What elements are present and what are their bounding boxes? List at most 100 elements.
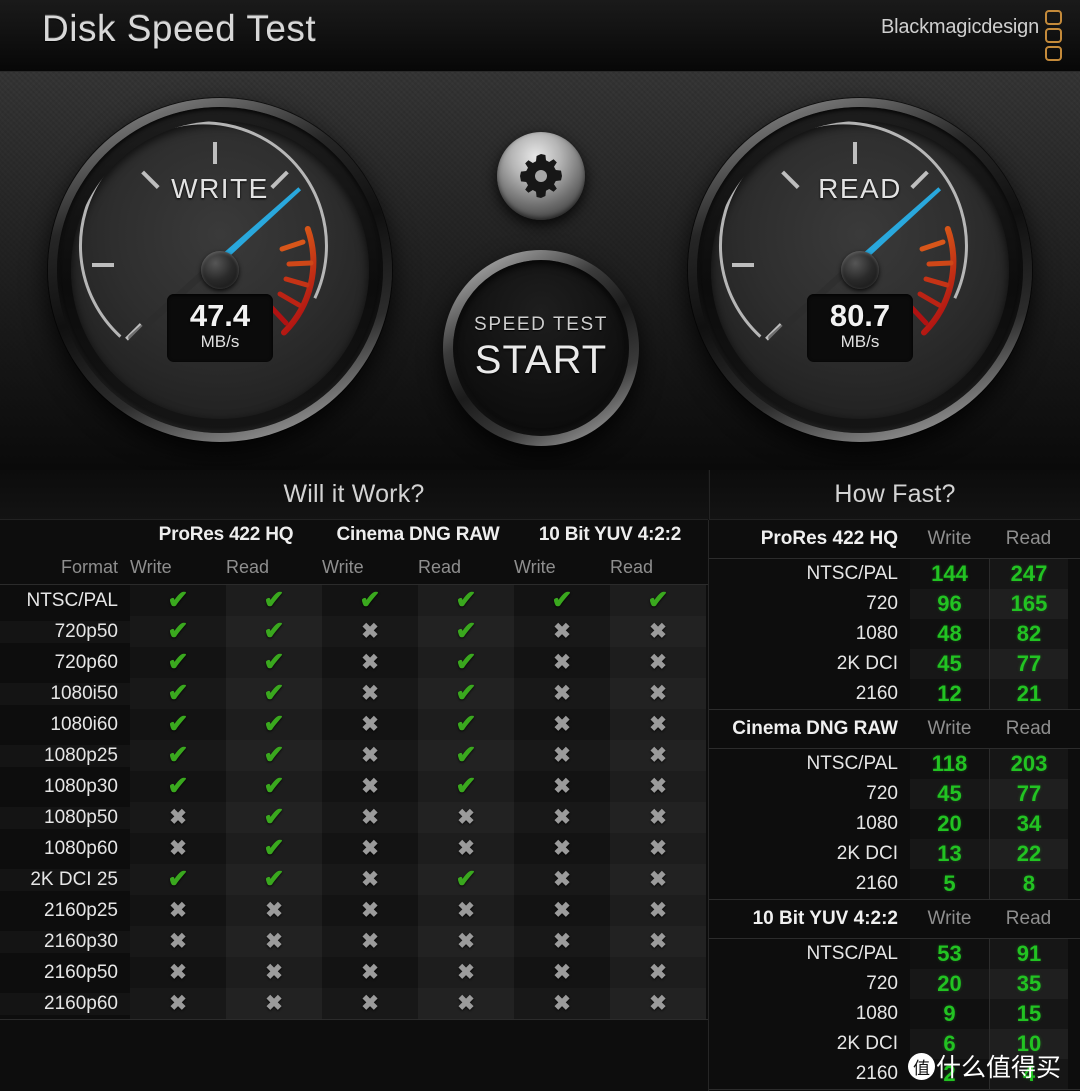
group-name: ProRes 422 HQ [760, 528, 898, 549]
read-gauge-face: READ 80.7 MB/s [711, 121, 1009, 419]
cross-icon: ✖ [610, 771, 706, 802]
cross-glyph: ✖ [553, 868, 571, 891]
format-label: 720p50 [0, 620, 130, 643]
cross-icon: ✖ [610, 988, 706, 1019]
write-value: 2 [910, 1059, 989, 1089]
check-glyph: ✔ [167, 679, 189, 707]
settings-button[interactable] [497, 132, 585, 220]
check-icon: ✔ [226, 864, 322, 895]
will-it-work-column-headers: Format Write Read Write Read Write Read [0, 550, 708, 584]
format-label: NTSC/PAL [806, 563, 898, 584]
cross-icon: ✖ [610, 678, 706, 709]
gear-icon [520, 154, 562, 198]
write-value: 5 [910, 869, 989, 899]
how-fast-value-box: NTSC/PAL 144 247 720 96 165 1080 48 82 2K DCI 45 77… [709, 558, 1080, 710]
cross-icon: ✖ [514, 926, 610, 957]
cross-glyph: ✖ [553, 775, 571, 798]
read-column-header: Read [1005, 908, 1052, 929]
check-glyph: ✔ [455, 710, 477, 738]
read-value: 8 [989, 869, 1068, 899]
cross-icon: ✖ [418, 833, 514, 864]
check-icon: ✔ [418, 585, 514, 616]
cross-icon: ✖ [418, 957, 514, 988]
table-row: 2160p60 ✖ ✖ ✖ ✖ ✖ ✖ [0, 988, 708, 1019]
table-row: 1080 9 15 [709, 999, 1080, 1029]
check-icon: ✔ [226, 771, 322, 802]
cross-icon: ✖ [610, 895, 706, 926]
format-label: 2160p50 [44, 961, 118, 983]
table-row: 1080 48 82 [709, 619, 1080, 649]
cross-glyph: ✖ [649, 837, 667, 860]
cross-glyph: ✖ [361, 620, 379, 643]
cross-icon: ✖ [610, 740, 706, 771]
check-glyph: ✔ [263, 865, 285, 893]
cross-icon: ✖ [322, 740, 418, 771]
cross-glyph: ✖ [361, 930, 379, 953]
cross-glyph: ✖ [649, 868, 667, 891]
table-row: 2K DCI 25 ✔ ✔ ✖ ✔ ✖ ✖ [0, 864, 708, 895]
check-icon: ✔ [130, 709, 226, 740]
speed-test-start-button[interactable]: SPEED TEST START [443, 250, 639, 446]
table-row: 2160 5 8 [709, 869, 1080, 899]
cross-glyph: ✖ [361, 806, 379, 829]
cross-icon: ✖ [322, 988, 418, 1019]
cross-glyph: ✖ [553, 961, 571, 984]
write-gauge-label: WRITE [171, 173, 269, 204]
check-icon: ✔ [226, 709, 322, 740]
cross-icon: ✖ [130, 957, 226, 988]
cross-icon: ✖ [514, 833, 610, 864]
cross-glyph: ✖ [457, 992, 475, 1015]
disk-speed-test-window: Disk Speed Test Blackmagicdesign WRITE 4… [0, 0, 1080, 1091]
cross-icon: ✖ [130, 988, 226, 1019]
check-icon: ✔ [418, 740, 514, 771]
format-label: 720 [866, 973, 898, 994]
check-glyph: ✔ [263, 617, 285, 645]
check-icon: ✔ [418, 864, 514, 895]
table-row: 2K DCI 6 10 [709, 1029, 1080, 1059]
read-value: 203 [989, 749, 1068, 779]
cross-glyph: ✖ [649, 682, 667, 705]
format-column-header: Format [60, 556, 118, 577]
check-glyph: ✔ [455, 617, 477, 645]
cross-glyph: ✖ [553, 837, 571, 860]
start-button-inner: SPEED TEST START [453, 260, 629, 436]
write-readout: 47.4 MB/s [167, 293, 273, 362]
check-icon: ✔ [130, 585, 226, 616]
check-glyph: ✔ [455, 741, 477, 769]
cross-icon: ✖ [610, 616, 706, 647]
cross-icon: ✖ [322, 678, 418, 709]
format-label: 1080p25 [0, 744, 130, 767]
cross-icon: ✖ [610, 709, 706, 740]
how-fast-header: How Fast? [709, 470, 1080, 520]
check-icon: ✔ [226, 740, 322, 771]
check-glyph: ✔ [455, 772, 477, 800]
cross-glyph: ✖ [361, 992, 379, 1015]
cross-icon: ✖ [322, 802, 418, 833]
check-icon: ✔ [418, 771, 514, 802]
cross-glyph: ✖ [649, 651, 667, 674]
cross-glyph: ✖ [265, 899, 283, 922]
cross-glyph: ✖ [553, 651, 571, 674]
gauge-panel: WRITE 47.4 MB/s READ 80.7 MB/s SPEED TES… [0, 72, 1080, 470]
cross-glyph: ✖ [553, 744, 571, 767]
cross-glyph: ✖ [361, 651, 379, 674]
cross-glyph: ✖ [553, 899, 571, 922]
write-value: 48 [910, 619, 989, 649]
cross-glyph: ✖ [169, 899, 187, 922]
check-glyph: ✔ [455, 679, 477, 707]
read-value: 35 [989, 969, 1068, 999]
write-gauge: WRITE 47.4 MB/s [48, 98, 392, 442]
format-label: 1080i60 [50, 713, 118, 735]
table-row: 720p50 ✔ ✔ ✖ ✔ ✖ ✖ [0, 616, 708, 647]
will-it-work-header: Will it Work? [0, 470, 708, 520]
cross-icon: ✖ [130, 926, 226, 957]
group-name: Cinema DNG RAW [732, 718, 898, 739]
how-fast-group: Cinema DNG RAW Write Read NTSC/PAL 118 203 720… [709, 710, 1080, 900]
check-icon: ✔ [130, 864, 226, 895]
check-glyph: ✔ [263, 710, 285, 738]
start-button-label: START [474, 337, 608, 382]
table-row: 2160p25 ✖ ✖ ✖ ✖ ✖ ✖ [0, 895, 708, 926]
read-gauge: READ 80.7 MB/s [688, 98, 1032, 442]
how-fast-value-box: NTSC/PAL 118 203 720 45 77 1080 20 34 2K DCI 13 22 2… [709, 748, 1080, 900]
cross-glyph: ✖ [649, 806, 667, 829]
